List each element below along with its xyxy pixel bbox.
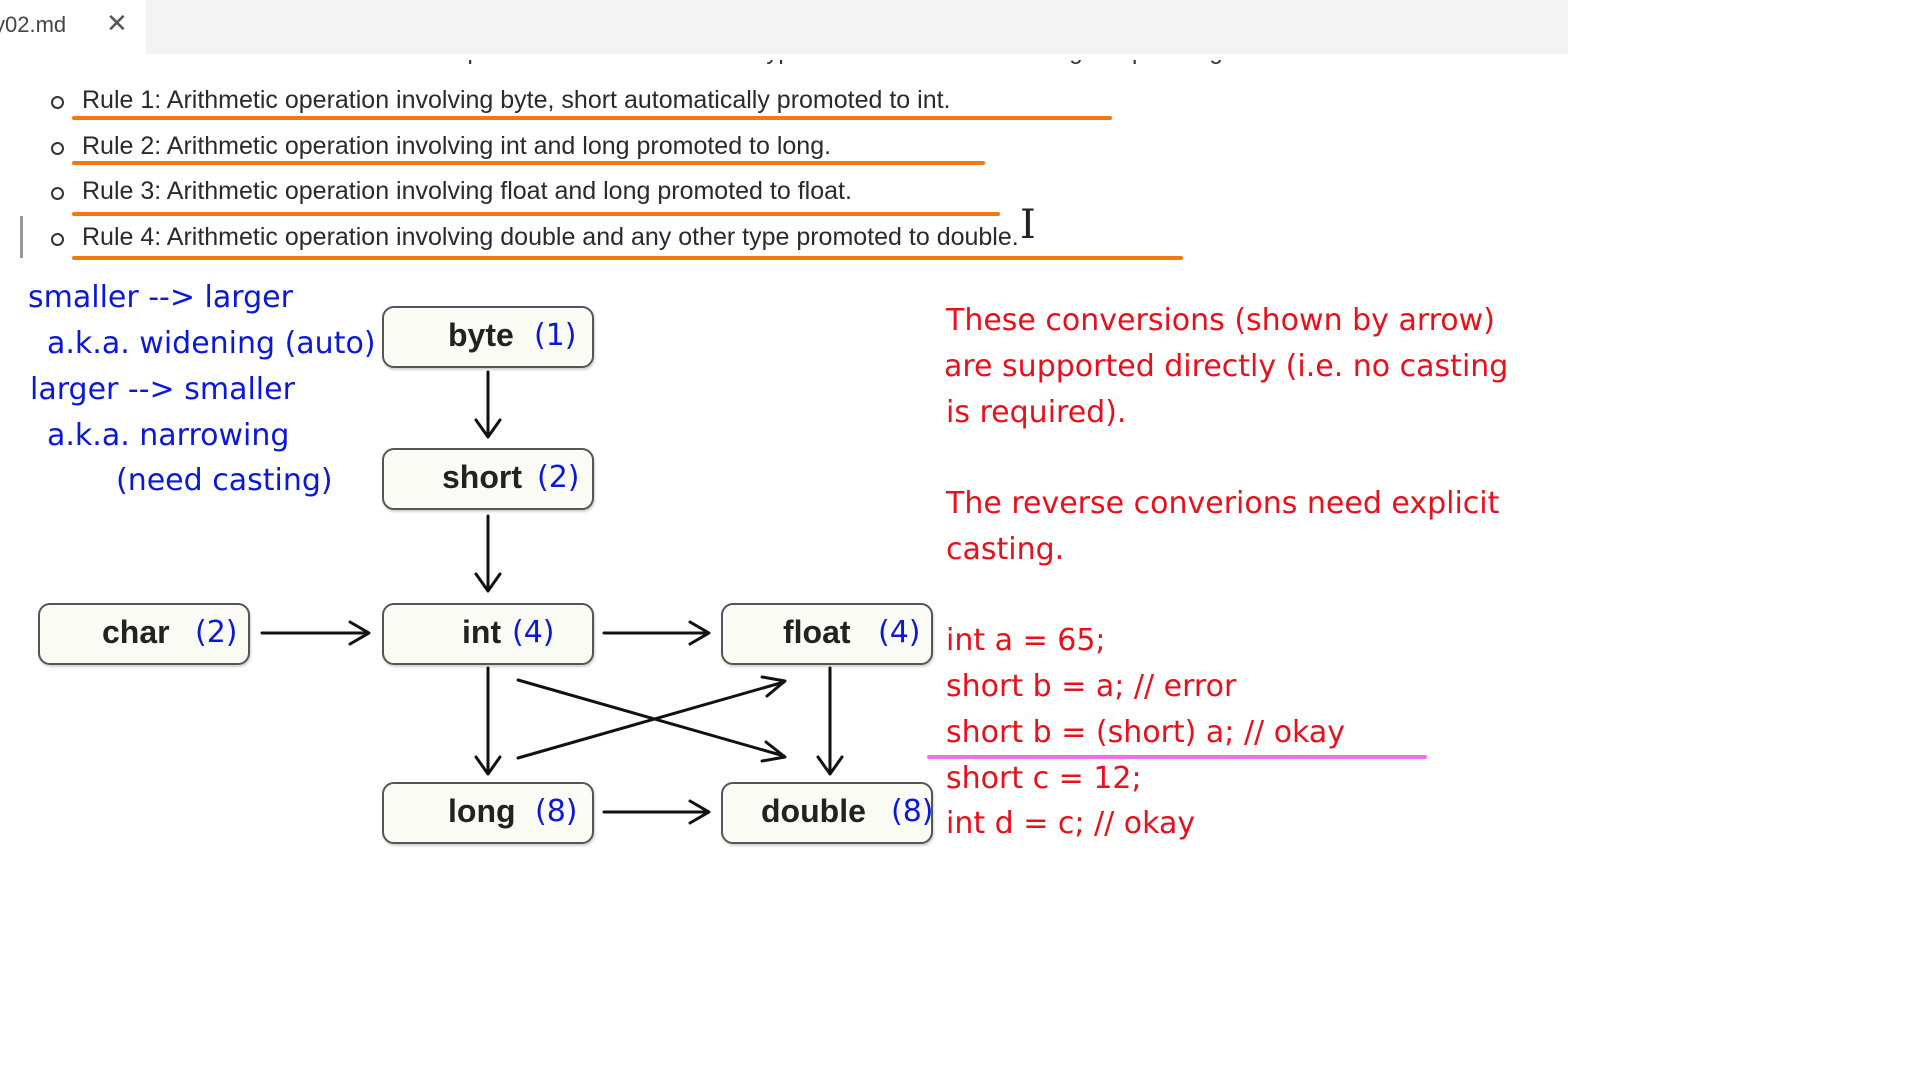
note-conversions-line1: These conversions (shown by arrow) bbox=[946, 303, 1495, 338]
highlight-underline bbox=[927, 755, 1427, 759]
type-name: byte bbox=[448, 317, 514, 353]
type-box-char: char (2) bbox=[38, 603, 250, 665]
type-box-byte: byte (1) bbox=[382, 306, 594, 368]
code-line-2: short b = a; // error bbox=[946, 669, 1237, 704]
arrow-short-int bbox=[474, 514, 502, 593]
arrow-char-int bbox=[260, 620, 371, 646]
type-size: (1) bbox=[534, 318, 577, 353]
type-name: float bbox=[783, 614, 851, 650]
type-name: int bbox=[462, 614, 502, 650]
type-box-float: float (4) bbox=[721, 603, 933, 665]
type-size: (4) bbox=[878, 615, 921, 650]
note-conversions-line2: are supported directly (i.e. no casting bbox=[944, 349, 1509, 384]
type-name: short bbox=[442, 459, 522, 495]
note-reverse-line2: casting. bbox=[946, 532, 1065, 567]
arrow-int-long bbox=[474, 666, 502, 776]
arrow-long-double bbox=[602, 799, 711, 825]
note-conversions-line3: is required). bbox=[946, 395, 1127, 430]
type-size: (2) bbox=[195, 615, 238, 650]
type-size: (8) bbox=[891, 794, 934, 829]
code-line-1: int a = 65; bbox=[946, 623, 1106, 658]
type-size: (8) bbox=[535, 794, 578, 829]
type-size: (2) bbox=[537, 460, 580, 495]
arrow-float-double bbox=[816, 666, 844, 776]
type-name: long bbox=[448, 793, 516, 829]
type-box-double: double (8) bbox=[721, 782, 934, 844]
type-name: double bbox=[761, 793, 866, 829]
type-box-int: int (4) bbox=[382, 603, 594, 665]
code-line-5: int d = c; // okay bbox=[946, 806, 1196, 841]
type-name: char bbox=[102, 614, 170, 650]
arrow-int-float bbox=[602, 620, 711, 646]
type-box-long: long (8) bbox=[382, 782, 594, 844]
type-size: (4) bbox=[512, 615, 555, 650]
note-reverse-line1: The reverse converions need explicit bbox=[946, 486, 1500, 521]
type-box-short: short (2) bbox=[382, 448, 594, 510]
code-line-4: short c = 12; bbox=[946, 761, 1142, 796]
code-line-3: short b = (short) a; // okay bbox=[946, 715, 1346, 750]
arrow-byte-short bbox=[474, 370, 502, 439]
